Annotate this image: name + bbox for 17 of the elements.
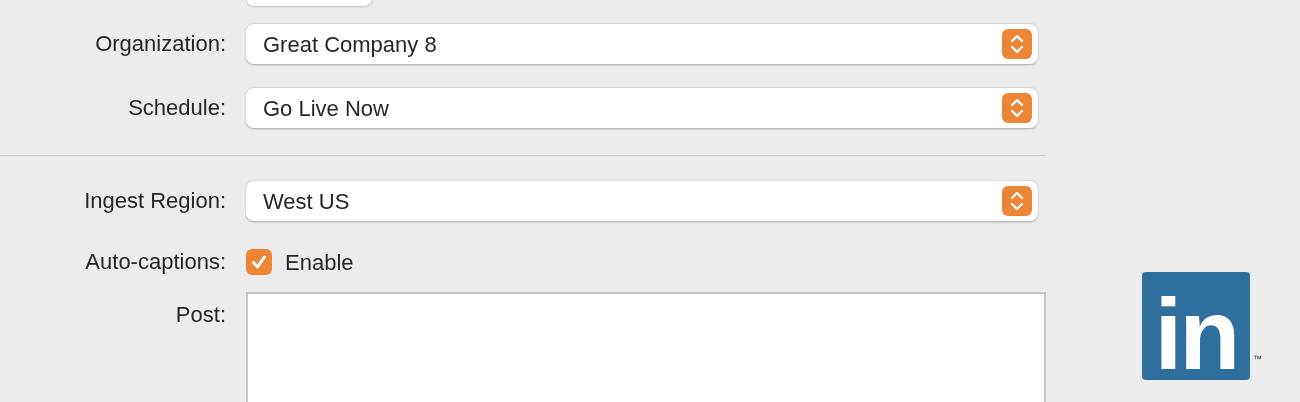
stepper-icon [1002,29,1032,59]
field-label: Post: [174,304,226,326]
checkbox-label: Enable [285,248,354,277]
stepper-icon [1002,93,1032,123]
logo: in [1142,272,1250,380]
popup-button[interactable]: Great Company 8 [246,24,1038,64]
post-field[interactable] [246,292,1046,402]
popup-button[interactable]: Go Live Now [246,88,1038,128]
stepper-icon [1002,186,1032,216]
trademark: ™ [1253,352,1262,366]
checkbox[interactable] [246,249,272,275]
field-label: Auto-captions: [84,251,226,273]
field-label: Ingest Region: [83,190,226,212]
field-label: Organization: [94,33,226,55]
popup-button[interactable]: West US [246,181,1038,221]
check-icon [250,253,268,271]
field-label: Schedule: [127,97,226,119]
